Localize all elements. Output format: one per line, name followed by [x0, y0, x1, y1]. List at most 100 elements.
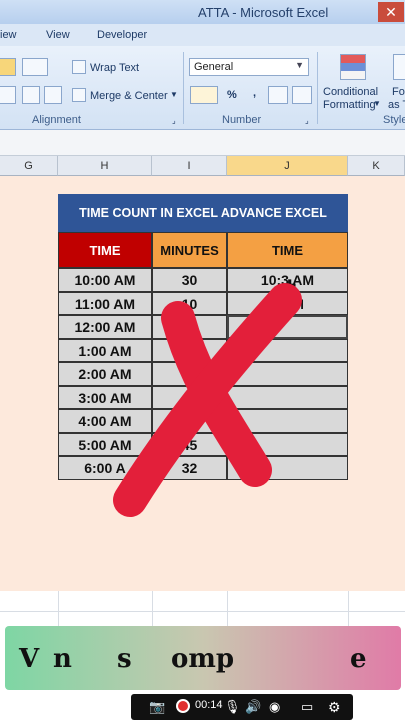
- table-row: 12:00 AM: [58, 315, 348, 339]
- cell-result[interactable]: [227, 385, 348, 409]
- cell-result[interactable]: [227, 456, 348, 480]
- dialog-launcher-icon[interactable]: ⌟: [305, 116, 309, 125]
- ribbon: Wrap Text Merge & Center ▼ Alignment ⌟ G…: [0, 46, 405, 130]
- orientation-icon[interactable]: [22, 58, 48, 76]
- cell-result[interactable]: [227, 432, 348, 456]
- column-header-k[interactable]: K: [348, 156, 405, 176]
- chevron-down-icon[interactable]: ▼: [373, 99, 381, 108]
- table-row: 3:00 AM: [58, 385, 348, 409]
- grid-line: [58, 591, 59, 631]
- column-header-i[interactable]: I: [152, 156, 227, 176]
- window-icon[interactable]: ▭: [301, 699, 313, 715]
- currency-icon[interactable]: [190, 86, 218, 104]
- webcam-icon[interactable]: ◉: [269, 699, 280, 715]
- number-format-select[interactable]: General ▼: [189, 58, 309, 76]
- merge-center-icon: [72, 88, 86, 102]
- comma-button[interactable]: ,: [253, 87, 256, 99]
- merge-center-button[interactable]: Merge & Center: [90, 90, 168, 102]
- cell-result[interactable]: [227, 338, 348, 362]
- increase-indent-icon[interactable]: [44, 86, 62, 104]
- cell-minutes[interactable]: [152, 409, 227, 433]
- table-row: 4:00 AM: [58, 409, 348, 433]
- cell-minutes[interactable]: 30: [152, 268, 227, 292]
- close-button[interactable]: ✕: [378, 2, 404, 22]
- group-label-styles: Style: [383, 114, 405, 126]
- window-title-bar: ATTA - Microsoft Excel ✕: [0, 0, 405, 24]
- table-title: TIME COUNT IN EXCEL ADVANCE EXCEL: [58, 194, 348, 232]
- cell-time[interactable]: 12:00 AM: [58, 315, 152, 339]
- banner-letter: omp: [171, 644, 235, 674]
- cell-time[interactable]: 1:00 AM: [58, 338, 152, 362]
- align-icon[interactable]: [0, 58, 16, 76]
- cell-result[interactable]: [227, 409, 348, 433]
- table-row: 1:00 AM: [58, 338, 348, 362]
- format-as-table-icon: [393, 54, 405, 80]
- recording-time: 00:14: [195, 699, 223, 711]
- table-row: 5:00 AM 45: [58, 432, 348, 456]
- cell-time[interactable]: 10:00 AM: [58, 268, 152, 292]
- table-row: 10:00 AM 30 10:3 AM: [58, 268, 348, 292]
- format-as-table-label-2[interactable]: as T: [388, 99, 405, 111]
- screen-recorder-toolbar: 📷 00:14 🎙 🔊 ◉ ▭ ⚙: [131, 694, 353, 720]
- table-row: 6:00 A 32: [58, 456, 348, 480]
- column-header-h[interactable]: H: [58, 156, 152, 176]
- chevron-down-icon: ▼: [295, 60, 304, 70]
- gear-icon[interactable]: ⚙: [328, 699, 341, 716]
- window-title: ATTA - Microsoft Excel: [198, 5, 329, 20]
- header-minutes[interactable]: MINUTES: [152, 232, 227, 268]
- column-header-g[interactable]: G: [0, 156, 58, 176]
- banner-letter: e: [350, 644, 367, 674]
- group-separator: [183, 52, 184, 124]
- chevron-down-icon[interactable]: ▼: [170, 90, 178, 99]
- dialog-launcher-icon[interactable]: ⌟: [172, 116, 176, 125]
- cell-minutes[interactable]: 10: [152, 291, 227, 315]
- header-time-result[interactable]: TIME: [227, 232, 348, 268]
- cell-minutes[interactable]: [152, 385, 227, 409]
- decrease-decimal-icon[interactable]: [292, 86, 312, 104]
- microphone-icon[interactable]: 🎙: [224, 699, 241, 715]
- cell-minutes[interactable]: [152, 315, 227, 339]
- tab-developer[interactable]: Developer: [97, 29, 147, 41]
- table-header-row: TIME MINUTES TIME: [58, 232, 348, 268]
- column-header-j[interactable]: J: [227, 156, 348, 176]
- banner-letter: V: [19, 644, 40, 674]
- banner-letter: s: [117, 644, 132, 674]
- formula-bar[interactable]: [0, 130, 405, 156]
- cursor-crosshair-icon: ✚: [283, 278, 297, 295]
- cell-time[interactable]: 2:00 AM: [58, 362, 152, 386]
- banner-letter: n: [53, 644, 72, 674]
- camera-icon[interactable]: 📷: [149, 699, 165, 715]
- group-label-alignment: Alignment: [32, 114, 81, 126]
- increase-decimal-icon[interactable]: [268, 86, 288, 104]
- record-icon[interactable]: [176, 699, 190, 713]
- decrease-indent-icon[interactable]: [22, 86, 40, 104]
- group-separator: [317, 52, 318, 124]
- conditional-formatting-label-2[interactable]: Formatting: [323, 99, 376, 111]
- cell-time[interactable]: 5:00 AM: [58, 432, 152, 456]
- cell-result[interactable]: [227, 362, 348, 386]
- cell-time[interactable]: 3:00 AM: [58, 385, 152, 409]
- cell-result-selected[interactable]: [227, 315, 348, 339]
- ribbon-tabs: iew View Developer: [0, 24, 405, 46]
- align-right-icon[interactable]: [0, 86, 16, 104]
- conditional-formatting-icon: [340, 54, 366, 80]
- format-as-table-label-1[interactable]: Fo: [392, 86, 405, 98]
- tab-view[interactable]: View: [46, 29, 70, 41]
- time-count-table: TIME COUNT IN EXCEL ADVANCE EXCEL TIME M…: [58, 194, 348, 480]
- speaker-icon[interactable]: 🔊: [245, 699, 261, 715]
- conditional-formatting-label-1[interactable]: Conditional: [323, 86, 378, 98]
- group-label-number: Number: [222, 114, 262, 126]
- tab-review[interactable]: iew: [0, 29, 17, 41]
- percent-button[interactable]: %: [227, 89, 237, 101]
- cell-time[interactable]: 11:00 AM: [58, 291, 152, 315]
- cell-minutes[interactable]: [152, 362, 227, 386]
- cell-minutes[interactable]: [152, 338, 227, 362]
- wrap-text-icon: [72, 60, 86, 74]
- wrap-text-button[interactable]: Wrap Text: [90, 62, 139, 74]
- table-row: 2:00 AM: [58, 362, 348, 386]
- header-time[interactable]: TIME: [58, 232, 152, 268]
- cell-minutes[interactable]: 32: [152, 456, 227, 480]
- cell-minutes[interactable]: 45: [152, 432, 227, 456]
- cell-time[interactable]: 6:00 A: [58, 456, 152, 480]
- cell-time[interactable]: 4:00 AM: [58, 409, 152, 433]
